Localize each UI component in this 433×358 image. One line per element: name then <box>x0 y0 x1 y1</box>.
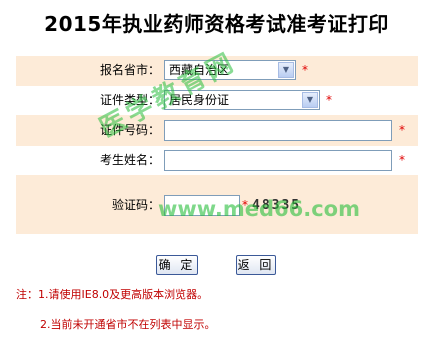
name-row: 考生姓名： * <box>16 146 418 175</box>
note-line-2: 2.当前未开通省市不在列表中显示。 <box>40 318 216 331</box>
id-type-row: 证件类型： 居民身份证 ▼ * <box>16 86 418 115</box>
required-mark: * <box>399 153 405 167</box>
captcha-label: 验证码： <box>111 198 160 212</box>
watermark-url: www.med66.com <box>158 197 360 221</box>
name-input[interactable] <box>164 150 392 171</box>
back-button[interactable]: 返 回 <box>236 255 276 275</box>
required-mark: * <box>399 123 405 137</box>
name-label: 考生姓名： <box>99 153 160 167</box>
chevron-down-icon[interactable]: ▼ <box>278 62 294 78</box>
required-mark: * <box>302 63 308 77</box>
confirm-button[interactable]: 确 定 <box>156 255 198 275</box>
id-number-input[interactable] <box>164 120 392 141</box>
province-label: 报名省市： <box>99 63 160 77</box>
required-mark: * <box>326 93 332 107</box>
page-title: 2015年执业药师资格考试准考证打印 <box>44 12 389 36</box>
chevron-down-icon[interactable]: ▼ <box>302 92 318 108</box>
id-number-row: 证件号码： * <box>16 116 418 145</box>
note-line-1: 注：1.请使用IE8.0及更高版本浏览器。 <box>16 288 209 301</box>
